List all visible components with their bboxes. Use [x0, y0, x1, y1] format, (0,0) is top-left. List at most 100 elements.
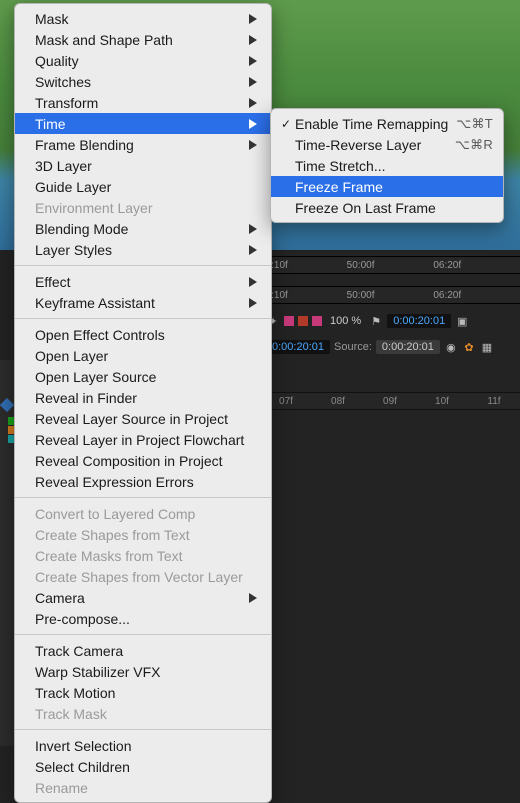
submenu-arrow-icon	[249, 77, 257, 87]
submenu-time-reverse-layer[interactable]: Time-Reverse Layer ⌥⌘R	[271, 134, 503, 155]
label: Track Mask	[35, 705, 107, 723]
menu-switches[interactable]: Switches	[15, 71, 271, 92]
menu-camera[interactable]: Camera	[15, 587, 271, 608]
submenu-freeze-on-last-frame[interactable]: Freeze On Last Frame	[271, 197, 503, 218]
time-ruler-2[interactable]: 33:10f 50:00f 06:20f	[260, 286, 520, 304]
menu-track-mask: Track Mask	[15, 703, 271, 724]
menu-effect-label: Effect	[35, 273, 71, 291]
label: Convert to Layered Comp	[35, 505, 195, 523]
checkmark-icon: ✓	[279, 115, 293, 133]
label: Enable Time Remapping	[295, 115, 456, 133]
menu-create-shapes-from-text: Create Shapes from Text	[15, 524, 271, 545]
menu-layer-styles-label: Layer Styles	[35, 241, 112, 259]
menu-blending-mode-label: Blending Mode	[35, 220, 128, 238]
label: Reveal in Finder	[35, 389, 137, 407]
ruler1-b: 50:00f	[347, 260, 434, 271]
flag-icon[interactable]: ⚑	[369, 314, 383, 328]
overlay-icon[interactable]: ▦	[480, 340, 494, 354]
timecode-display-2[interactable]: 0:00:20:01	[266, 340, 330, 354]
menu-quality[interactable]: Quality	[15, 50, 271, 71]
menu-transform-label: Transform	[35, 94, 98, 112]
frame-c: 09f	[364, 396, 416, 407]
swatch-pink[interactable]	[284, 316, 294, 326]
submenu-enable-time-remapping[interactable]: ✓ Enable Time Remapping ⌥⌘T	[271, 113, 503, 134]
label: Reveal Layer in Project Flowchart	[35, 431, 244, 449]
time-submenu: ✓ Enable Time Remapping ⌥⌘T Time-Reverse…	[270, 108, 504, 223]
shortcut: ⌥⌘R	[455, 136, 493, 154]
menu-transform[interactable]: Transform	[15, 92, 271, 113]
menu-convert-to-layered-comp: Convert to Layered Comp	[15, 503, 271, 524]
label: Open Layer	[35, 347, 108, 365]
label: Reveal Layer Source in Project	[35, 410, 228, 428]
snapshot-icon[interactable]: ◉	[444, 340, 458, 354]
label: Track Camera	[35, 642, 123, 660]
label: Create Masks from Text	[35, 547, 183, 565]
swatch-red[interactable]	[298, 316, 308, 326]
label: Rename	[35, 779, 88, 797]
color-mgmt-icon[interactable]: ✿	[462, 340, 476, 354]
label: Open Effect Controls	[35, 326, 165, 344]
swatch-magenta[interactable]	[312, 316, 322, 326]
menu-keyframe-assistant[interactable]: Keyframe Assistant	[15, 292, 271, 313]
submenu-arrow-icon	[249, 277, 257, 287]
menu-warp-stabilizer-vfx[interactable]: Warp Stabilizer VFX	[15, 661, 271, 682]
menu-precompose[interactable]: Pre-compose...	[15, 608, 271, 629]
label: Time-Reverse Layer	[295, 136, 455, 154]
timecode-display-1[interactable]: 0:00:20:01	[387, 314, 451, 328]
submenu-arrow-icon	[249, 56, 257, 66]
submenu-arrow-icon	[249, 245, 257, 255]
source-label: Source:	[334, 341, 372, 353]
menu-separator	[15, 497, 271, 498]
frame-e: 11f	[468, 396, 520, 407]
time-ruler-1[interactable]: 33:10f 50:00f 06:20f	[260, 256, 520, 274]
menu-mask-shape-path[interactable]: Mask and Shape Path	[15, 29, 271, 50]
label: Reveal Expression Errors	[35, 473, 194, 491]
preview-info-row: ✦ 100 % ⚑ 0:00:20:01 ▣	[260, 310, 520, 332]
menu-mask-label: Mask	[35, 10, 68, 28]
frame-b: 08f	[312, 396, 364, 407]
menu-quality-label: Quality	[35, 52, 79, 70]
submenu-freeze-frame[interactable]: Freeze Frame	[271, 176, 503, 197]
menu-effect[interactable]: Effect	[15, 271, 271, 292]
source-timecode[interactable]: 0:00:20:01	[376, 340, 440, 354]
menu-keyframe-assistant-label: Keyframe Assistant	[35, 294, 155, 312]
menu-reveal-composition-in-project[interactable]: Reveal Composition in Project	[15, 450, 271, 471]
submenu-arrow-icon	[249, 298, 257, 308]
layer-context-menu: Mask Mask and Shape Path Quality Switche…	[14, 3, 272, 803]
menu-open-effect-controls[interactable]: Open Effect Controls	[15, 324, 271, 345]
menu-reveal-expression-errors[interactable]: Reveal Expression Errors	[15, 471, 271, 492]
menu-3d-layer[interactable]: 3D Layer	[15, 155, 271, 176]
menu-select-children[interactable]: Select Children	[15, 756, 271, 777]
menu-track-motion[interactable]: Track Motion	[15, 682, 271, 703]
menu-layer-styles[interactable]: Layer Styles	[15, 239, 271, 260]
menu-mask[interactable]: Mask	[15, 8, 271, 29]
menu-open-layer[interactable]: Open Layer	[15, 345, 271, 366]
camera-icon[interactable]: ▣	[455, 314, 469, 328]
label: Reveal Composition in Project	[35, 452, 223, 470]
menu-time[interactable]: Time	[15, 113, 271, 134]
menu-track-camera[interactable]: Track Camera	[15, 640, 271, 661]
label: Warp Stabilizer VFX	[35, 663, 161, 681]
frame-ruler[interactable]: 07f 08f 09f 10f 11f	[260, 392, 520, 410]
zoom-value[interactable]: 100 %	[330, 315, 361, 327]
ruler2-c: 06:20f	[433, 290, 520, 301]
menu-blending-mode[interactable]: Blending Mode	[15, 218, 271, 239]
menu-reveal-in-finder[interactable]: Reveal in Finder	[15, 387, 271, 408]
menu-separator	[15, 318, 271, 319]
ruler2-b: 50:00f	[347, 290, 434, 301]
submenu-time-stretch[interactable]: Time Stretch...	[271, 155, 503, 176]
label: Time Stretch...	[295, 157, 493, 175]
label: Freeze On Last Frame	[295, 199, 493, 217]
menu-frame-blending[interactable]: Frame Blending	[15, 134, 271, 155]
submenu-arrow-icon	[249, 14, 257, 24]
menu-guide-layer[interactable]: Guide Layer	[15, 176, 271, 197]
menu-open-layer-source[interactable]: Open Layer Source	[15, 366, 271, 387]
source-info-row: 0:00:20:01 Source: 0:00:20:01 ◉ ✿ ▦	[260, 336, 520, 358]
menu-reveal-layer-source-in-project[interactable]: Reveal Layer Source in Project	[15, 408, 271, 429]
menu-mask-shape-path-label: Mask and Shape Path	[35, 31, 173, 49]
submenu-arrow-icon	[249, 98, 257, 108]
menu-reveal-layer-in-project-flowchart[interactable]: Reveal Layer in Project Flowchart	[15, 429, 271, 450]
submenu-arrow-icon	[249, 593, 257, 603]
label: Pre-compose...	[35, 610, 130, 628]
label: Camera	[35, 589, 85, 607]
